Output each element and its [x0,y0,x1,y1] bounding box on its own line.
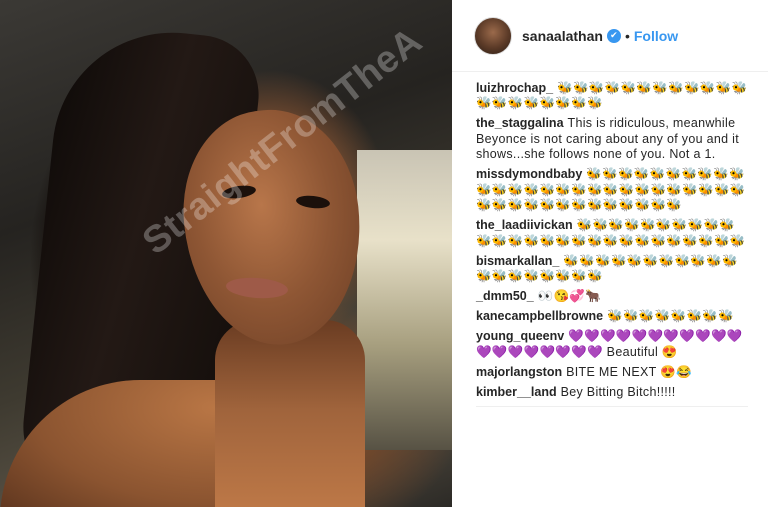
comment-username-link[interactable]: majorlangston [476,365,562,379]
post-photo: StraightFromTheA [0,0,452,507]
comment-username-link[interactable]: kanecampbellbrowne [476,309,603,323]
comment-username-link[interactable]: _dmm50_ [476,289,534,303]
comment-item: the_laadiivickan 🐝🐝🐝🐝🐝🐝🐝🐝🐝🐝🐝🐝🐝🐝🐝🐝🐝🐝🐝🐝🐝🐝🐝🐝… [476,218,748,249]
username-link[interactable]: sanaalathan [522,28,603,44]
comment-username-link[interactable]: bismarkallan_ [476,254,559,268]
comment-username-link[interactable]: the_staggalina [476,116,564,130]
comment-text: 🐝🐝🐝🐝🐝🐝🐝🐝 [607,309,735,323]
comment-text: 👀😘💞🐂 [537,289,602,303]
comment-username-link[interactable]: kimber__land [476,385,557,399]
comment-item: bismarkallan_ 🐝🐝🐝🐝🐝🐝🐝🐝🐝🐝🐝🐝🐝🐝🐝🐝🐝🐝🐝 [476,254,748,285]
comment-item: kanecampbellbrowne 🐝🐝🐝🐝🐝🐝🐝🐝 [476,309,748,325]
comment-username-link[interactable]: missdymondbaby [476,167,582,181]
car-window [357,150,452,450]
comment-item: _dmm50_ 👀😘💞🐂 [476,289,748,305]
follow-button[interactable]: Follow [634,28,678,44]
post-header: sanaalathan ✔ • Follow [452,0,768,72]
comment-item: missdymondbaby 🐝🐝🐝🐝🐝🐝🐝🐝🐝🐝🐝🐝🐝🐝🐝🐝🐝🐝🐝🐝🐝🐝🐝🐝🐝🐝… [476,167,748,214]
verified-badge-icon: ✔ [606,28,621,43]
comments-list: luizhrochap_ 🐝🐝🐝🐝🐝🐝🐝🐝🐝🐝🐝🐝🐝🐝🐝🐝🐝🐝🐝🐝 the_stag… [452,72,768,400]
comment-item: kimber__land Bey Bitting Bitch!!!!! [476,385,748,401]
comment-item: majorlangston BITE ME NEXT 😍😂 [476,365,748,381]
comment-text: BITE ME NEXT 😍😂 [566,364,692,379]
separator-dot: • [624,27,630,44]
comments-divider [476,406,748,407]
comment-username-link[interactable]: young_queenv [476,329,564,343]
comment-username-link[interactable]: the_laadiivickan [476,218,573,232]
comment-username-link[interactable]: luizhrochap_ [476,81,553,95]
comment-item: the_staggalina This is ridiculous, meanwh… [476,116,748,163]
post-sidebar: sanaalathan ✔ • Follow luizhrochap_ 🐝🐝🐝🐝🐝… [452,0,768,507]
comment-text: Bey Bitting Bitch!!!!! [560,384,676,399]
avatar[interactable] [474,16,512,55]
comment-item: young_queenv 💜💜💜💜💜💜💜💜💜💜💜💜💜💜💜💜💜💜💜 Beautifu… [476,329,748,360]
comment-item: luizhrochap_ 🐝🐝🐝🐝🐝🐝🐝🐝🐝🐝🐝🐝🐝🐝🐝🐝🐝🐝🐝🐝 [476,81,748,112]
neck [215,320,365,507]
